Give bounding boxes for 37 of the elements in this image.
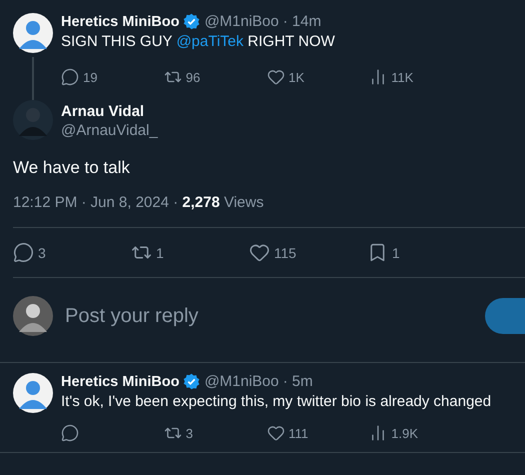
reply-icon[interactable]: [61, 424, 79, 442]
thread-line: [32, 57, 34, 100]
action-count: 3: [186, 426, 193, 440]
reply-field[interactable]: Post your reply: [63, 304, 475, 328]
action-count: 111: [288, 426, 308, 440]
heart-icon[interactable]: [249, 242, 270, 263]
post-time: · 5m: [282, 373, 313, 390]
post-text: SIGN THIS GUY @paTiTek RIGHT NOW: [61, 32, 336, 52]
avatar: [13, 100, 53, 140]
action-count: 1K: [288, 70, 304, 84]
action-count: 11K: [391, 70, 414, 84]
author-name[interactable]: Heretics MiniBoo: [61, 374, 180, 390]
author-handle[interactable]: @M1niBoo: [204, 373, 279, 390]
post-text: It's ok, I've been expecting this, my twitter bio is already changed: [61, 392, 492, 412]
avatar: [13, 296, 53, 336]
mention-link[interactable]: @paTiTek: [176, 33, 244, 50]
action-count: 1.9K: [391, 426, 418, 440]
action-count: 19: [83, 70, 98, 84]
action-count: 1: [392, 244, 400, 260]
action-count: 3: [38, 244, 46, 260]
author-handle[interactable]: @ArnauVidal_: [61, 122, 525, 139]
avatar: [13, 373, 53, 413]
action-count: 96: [186, 70, 200, 84]
action-count: 115: [274, 244, 296, 260]
reply-icon[interactable]: [61, 68, 79, 86]
author-name[interactable]: Arnau Vidal: [61, 103, 525, 120]
post-text: We have to talk: [13, 158, 131, 178]
author-name[interactable]: Heretics MiniBoo: [61, 14, 180, 30]
post-time: · 14m: [282, 13, 322, 30]
heart-icon[interactable]: [266, 68, 284, 86]
action-count: 1: [156, 244, 164, 260]
heart-icon[interactable]: [266, 424, 284, 442]
reply-icon[interactable]: [13, 242, 34, 263]
author-handle[interactable]: @M1niBoo: [204, 13, 279, 30]
avatar: [13, 13, 53, 53]
reply-button[interactable]: [485, 298, 525, 334]
post-meta: 12:12 PM · Jun 8, 2024 · 2,278 Views: [13, 194, 265, 211]
